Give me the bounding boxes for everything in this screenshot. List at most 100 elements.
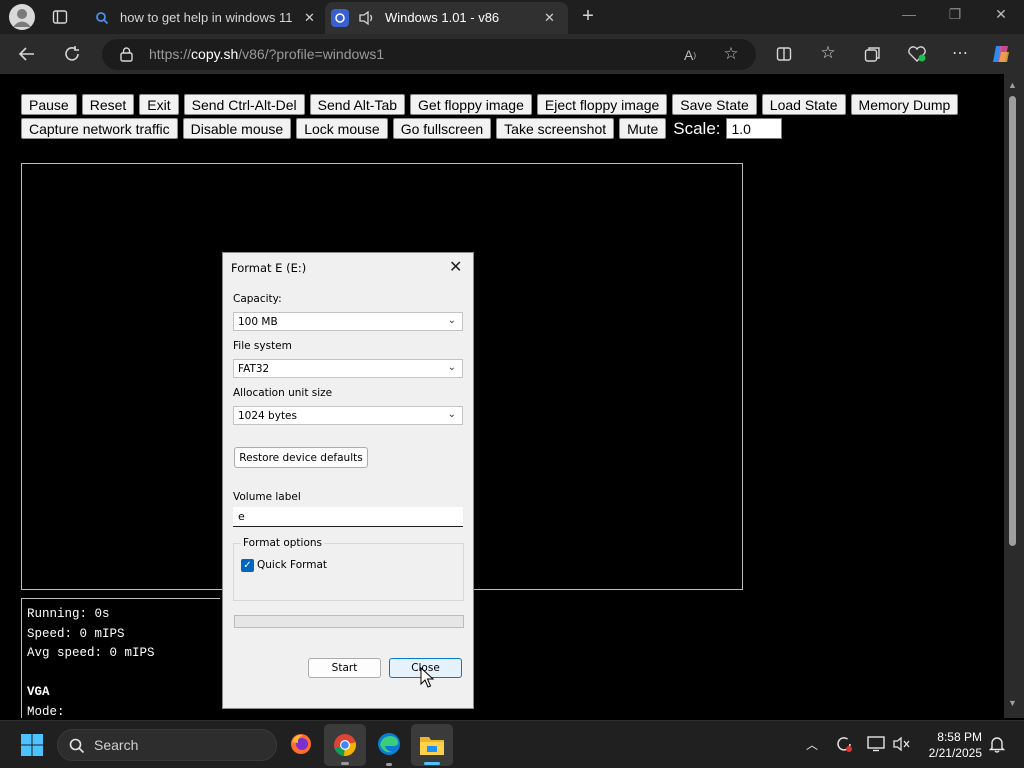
edge-icon[interactable]: [376, 731, 402, 757]
volume-label-value: e: [238, 510, 245, 523]
refresh-icon[interactable]: [61, 44, 83, 64]
windows-start-icon[interactable]: [20, 733, 44, 757]
url-path: /v86/?profile=windows1: [238, 46, 385, 62]
allocation-size-label: Allocation unit size: [233, 387, 333, 399]
firefox-icon[interactable]: [288, 731, 314, 757]
capacity-label: Capacity:: [233, 293, 282, 305]
browser-essentials-icon[interactable]: [906, 44, 928, 64]
lock-icon[interactable]: [118, 46, 134, 62]
close-tab-icon[interactable]: ✕: [544, 10, 555, 26]
volume-muted-icon[interactable]: [892, 734, 912, 754]
stat-mode: Mode:: [27, 704, 65, 719]
mute-button[interactable]: Mute: [619, 118, 667, 139]
restore-icon[interactable]: ❐: [940, 6, 970, 23]
save-state-button[interactable]: Save State: [672, 94, 757, 115]
pause-button[interactable]: Pause: [21, 94, 77, 115]
chevron-up-icon[interactable]: ︿: [803, 735, 821, 753]
exit-button[interactable]: Exit: [139, 94, 179, 115]
scale-input[interactable]: [725, 118, 782, 139]
url-prefix: https://: [149, 46, 192, 62]
scrollbar-thumb[interactable]: [1009, 96, 1016, 546]
file-system-select[interactable]: FAT32 ⌄: [233, 359, 463, 378]
emulator-controls-row-1: Pause Reset Exit Send Ctrl-Alt-Del Send Alt-…: [21, 94, 959, 115]
v86-icon: [331, 9, 349, 27]
mouse-cursor-icon: [420, 666, 435, 692]
url-text: https://copy.sh/v86/?profile=windows1: [149, 46, 384, 62]
speaker-icon[interactable]: [357, 9, 377, 27]
start-button[interactable]: Start: [308, 658, 381, 678]
file-system-label: File system: [233, 340, 292, 352]
quick-format-checkbox[interactable]: ✓: [241, 559, 254, 572]
running-indicator: [386, 763, 392, 766]
take-screenshot-button[interactable]: Take screenshot: [496, 118, 615, 139]
window-close-icon[interactable]: ✕: [986, 6, 1016, 23]
allocation-size-value: 1024 bytes: [238, 409, 297, 422]
eject-floppy-image-button[interactable]: Eject floppy image: [536, 94, 668, 115]
active-indicator: [424, 762, 440, 765]
capacity-select[interactable]: 100 MB ⌄: [233, 312, 463, 331]
close-tab-icon[interactable]: ✕: [304, 10, 315, 26]
scroll-up-icon[interactable]: ▲: [1008, 80, 1017, 90]
tab-search[interactable]: how to get help in windows 11 - ✕: [84, 2, 324, 34]
file-system-value: FAT32: [238, 362, 270, 375]
capture-network-traffic-button[interactable]: Capture network traffic: [21, 118, 178, 139]
address-bar[interactable]: https://copy.sh/v86/?profile=windows1 A)…: [102, 39, 756, 70]
file-explorer-icon: [418, 733, 446, 757]
restore-defaults-button[interactable]: Restore device defaults: [234, 447, 368, 468]
tab-actions-icon[interactable]: [50, 8, 70, 26]
volume-label-input[interactable]: e: [233, 507, 463, 527]
allocation-size-select[interactable]: 1024 bytes ⌄: [233, 406, 463, 425]
stat-avg-speed: Avg speed: 0 mIPS: [27, 646, 155, 660]
go-fullscreen-button[interactable]: Go fullscreen: [392, 118, 492, 139]
capacity-value: 100 MB: [238, 315, 278, 328]
collections-icon[interactable]: [862, 44, 882, 64]
reset-button[interactable]: Reset: [81, 94, 135, 115]
minimize-icon[interactable]: —: [894, 6, 924, 22]
dialog-title: Format E (E:): [231, 261, 307, 275]
read-aloud-icon[interactable]: A): [680, 45, 700, 65]
chevron-down-icon: ⌄: [447, 409, 456, 420]
system-clock[interactable]: 8:58 PM 2/21/2025: [918, 729, 982, 761]
page-content: Pause Reset Exit Send Ctrl-Alt-Del Send Alt-…: [4, 74, 1004, 718]
profile-avatar-icon[interactable]: [9, 4, 35, 30]
taskbar-app-file-explorer[interactable]: [411, 724, 453, 766]
tab-title: Windows 1.01 - v86: [385, 10, 500, 25]
emulator-stats: Running: 0s Speed: 0 mIPS Avg speed: 0 m…: [21, 598, 220, 718]
taskbar-search[interactable]: Search: [57, 729, 277, 761]
send-alt-tab-button[interactable]: Send Alt-Tab: [309, 94, 406, 115]
stat-speed: Speed: 0 mIPS: [27, 626, 125, 641]
chevron-down-icon: ⌄: [447, 362, 456, 373]
stat-running: Running: 0s: [27, 607, 110, 621]
load-state-button[interactable]: Load State: [761, 94, 846, 115]
tab-v86[interactable]: Windows 1.01 - v86 ✕: [325, 2, 568, 34]
split-screen-icon[interactable]: [774, 44, 794, 64]
favorites-icon[interactable]: ☆: [818, 43, 838, 63]
copilot-icon[interactable]: [990, 43, 1012, 65]
tab-title: how to get help in windows 11 -: [120, 10, 294, 25]
send-ctrl-alt-del-button[interactable]: Send Ctrl-Alt-Del: [183, 94, 305, 115]
lock-mouse-button[interactable]: Lock mouse: [296, 118, 388, 139]
more-options-icon[interactable]: ⋯: [950, 43, 970, 63]
back-icon[interactable]: [16, 44, 38, 64]
network-icon[interactable]: [866, 734, 886, 754]
new-tab-icon[interactable]: +: [578, 5, 598, 27]
sync-icon[interactable]: [834, 734, 854, 754]
memory-dump-button[interactable]: Memory Dump: [850, 94, 959, 115]
get-floppy-image-button[interactable]: Get floppy image: [410, 94, 532, 115]
windows-taskbar: Search ︿ 8:58 PM 2/21/2025: [0, 720, 1024, 768]
notification-bell-icon[interactable]: [987, 734, 1007, 754]
url-domain: copy.sh: [191, 46, 239, 62]
dialog-close-icon[interactable]: ✕: [449, 257, 462, 276]
disable-mouse-button[interactable]: Disable mouse: [182, 118, 292, 139]
stat-vga-heading: VGA: [27, 685, 50, 699]
taskbar-app-chrome[interactable]: [324, 724, 366, 766]
page-scrollbar[interactable]: ▲ ▼: [1004, 74, 1024, 718]
quick-format-label[interactable]: Quick Format: [257, 559, 327, 571]
scroll-down-icon[interactable]: ▼: [1008, 698, 1017, 708]
favorite-star-icon[interactable]: ☆: [721, 44, 741, 64]
clock-date: 2/21/2025: [928, 746, 982, 760]
browser-tab-strip: how to get help in windows 11 - ✕ Window…: [0, 0, 1024, 34]
search-icon: [68, 737, 86, 755]
format-options-legend: Format options: [241, 537, 325, 549]
emulator-controls-row-2: Capture network traffic Disable mouse Lock…: [21, 118, 782, 139]
